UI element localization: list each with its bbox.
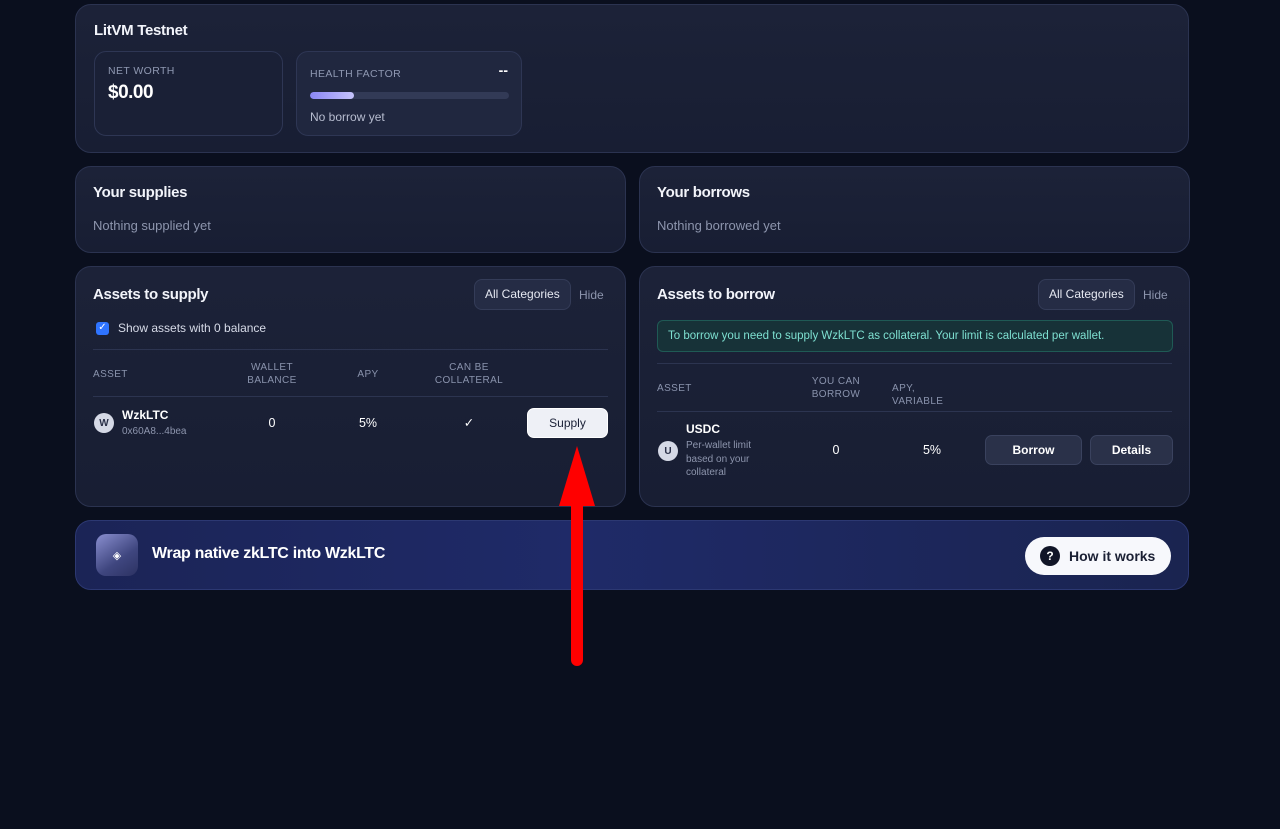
apy-value: 5% <box>358 416 378 430</box>
asset-name: USDC <box>686 422 721 436</box>
assets-to-supply-title: Assets to supply <box>93 286 209 303</box>
net-worth-box: NET WORTH $0.00 <box>94 51 283 136</box>
net-worth-value: $0.00 <box>108 82 154 103</box>
divider <box>657 411 1172 412</box>
col-you-can-borrow: YOU CAN BORROW <box>811 376 861 400</box>
your-supplies-card: Your supplies Nothing supplied yet <box>75 166 626 253</box>
usdc-token-icon: U <box>658 441 678 461</box>
col-wallet-balance: WALLET BALANCE <box>247 362 297 386</box>
col-asset: ASSET <box>93 369 128 380</box>
health-factor-box: HEALTH FACTOR -- No borrow yet <box>296 51 522 136</box>
health-factor-label: HEALTH FACTOR <box>310 68 402 80</box>
wallet-balance-value: 0 <box>268 416 276 430</box>
supply-button[interactable]: Supply <box>527 408 608 438</box>
health-factor-note: No borrow yet <box>310 110 385 124</box>
assets-to-supply-card: Assets to supply All Categories Hide ✓ S… <box>75 266 626 507</box>
health-factor-value: -- <box>498 62 508 78</box>
wrap-banner[interactable]: ◈ Wrap native zkLTC into WzkLTC ? How it… <box>75 520 1189 590</box>
supply-all-categories-button[interactable]: All Categories <box>474 279 571 310</box>
apy-variable-value: 5% <box>922 443 942 457</box>
how-it-works-label: How it works <box>1069 548 1156 564</box>
your-supplies-title: Your supplies <box>93 184 188 201</box>
wrap-title: Wrap native zkLTC into WzkLTC <box>152 545 386 562</box>
divider <box>657 363 1172 364</box>
health-factor-bar-fill <box>310 92 354 99</box>
question-icon: ? <box>1040 546 1060 566</box>
you-can-borrow-value: 0 <box>832 443 840 457</box>
net-worth-label: NET WORTH <box>108 65 175 77</box>
supply-hide-button[interactable]: Hide <box>579 288 604 302</box>
collateral-check-icon: ✓ <box>463 416 475 430</box>
network-title: LitVM Testnet <box>94 22 188 39</box>
asset-borrow-note: Per-wallet limit based on your collatera… <box>686 440 752 478</box>
divider <box>93 349 608 350</box>
your-borrows-card: Your borrows Nothing borrowed yet <box>639 166 1190 253</box>
assets-to-borrow-card: Assets to borrow All Categories Hide To … <box>639 266 1190 507</box>
col-can-be-collateral: CAN BE COLLATERAL <box>434 362 504 386</box>
wrap-diamond-icon: ◈ <box>96 534 138 576</box>
your-supplies-empty: Nothing supplied yet <box>93 218 211 233</box>
network-summary-card: LitVM Testnet NET WORTH $0.00 HEALTH FAC… <box>75 4 1189 153</box>
borrow-button[interactable]: Borrow <box>985 435 1082 465</box>
asset-name: WzkLTC <box>122 408 169 422</box>
collateral-info-banner: To borrow you need to supply WzkLTC as c… <box>657 320 1173 352</box>
col-apy-variable: APY, VARIABLE <box>892 383 944 407</box>
checkbox-checked-icon[interactable]: ✓ <box>96 321 109 335</box>
asset-address: 0x60A8...4bea <box>122 426 187 437</box>
show-zero-balance-toggle[interactable]: ✓ Show assets with 0 balance <box>96 321 266 335</box>
details-button[interactable]: Details <box>1090 435 1173 465</box>
show-zero-balance-label: Show assets with 0 balance <box>118 321 267 335</box>
divider <box>93 396 608 397</box>
your-borrows-title: Your borrows <box>657 184 750 201</box>
col-asset: ASSET <box>657 383 692 394</box>
col-apy: APY <box>357 369 379 380</box>
your-borrows-empty: Nothing borrowed yet <box>657 218 781 233</box>
wzkltc-token-icon: W <box>94 413 114 433</box>
health-factor-bar <box>310 92 509 99</box>
how-it-works-button[interactable]: ? How it works <box>1025 537 1171 575</box>
red-annotation-arrow-icon <box>559 446 595 666</box>
borrow-all-categories-button[interactable]: All Categories <box>1038 279 1135 310</box>
assets-to-borrow-title: Assets to borrow <box>657 286 775 303</box>
borrow-hide-button[interactable]: Hide <box>1143 288 1168 302</box>
